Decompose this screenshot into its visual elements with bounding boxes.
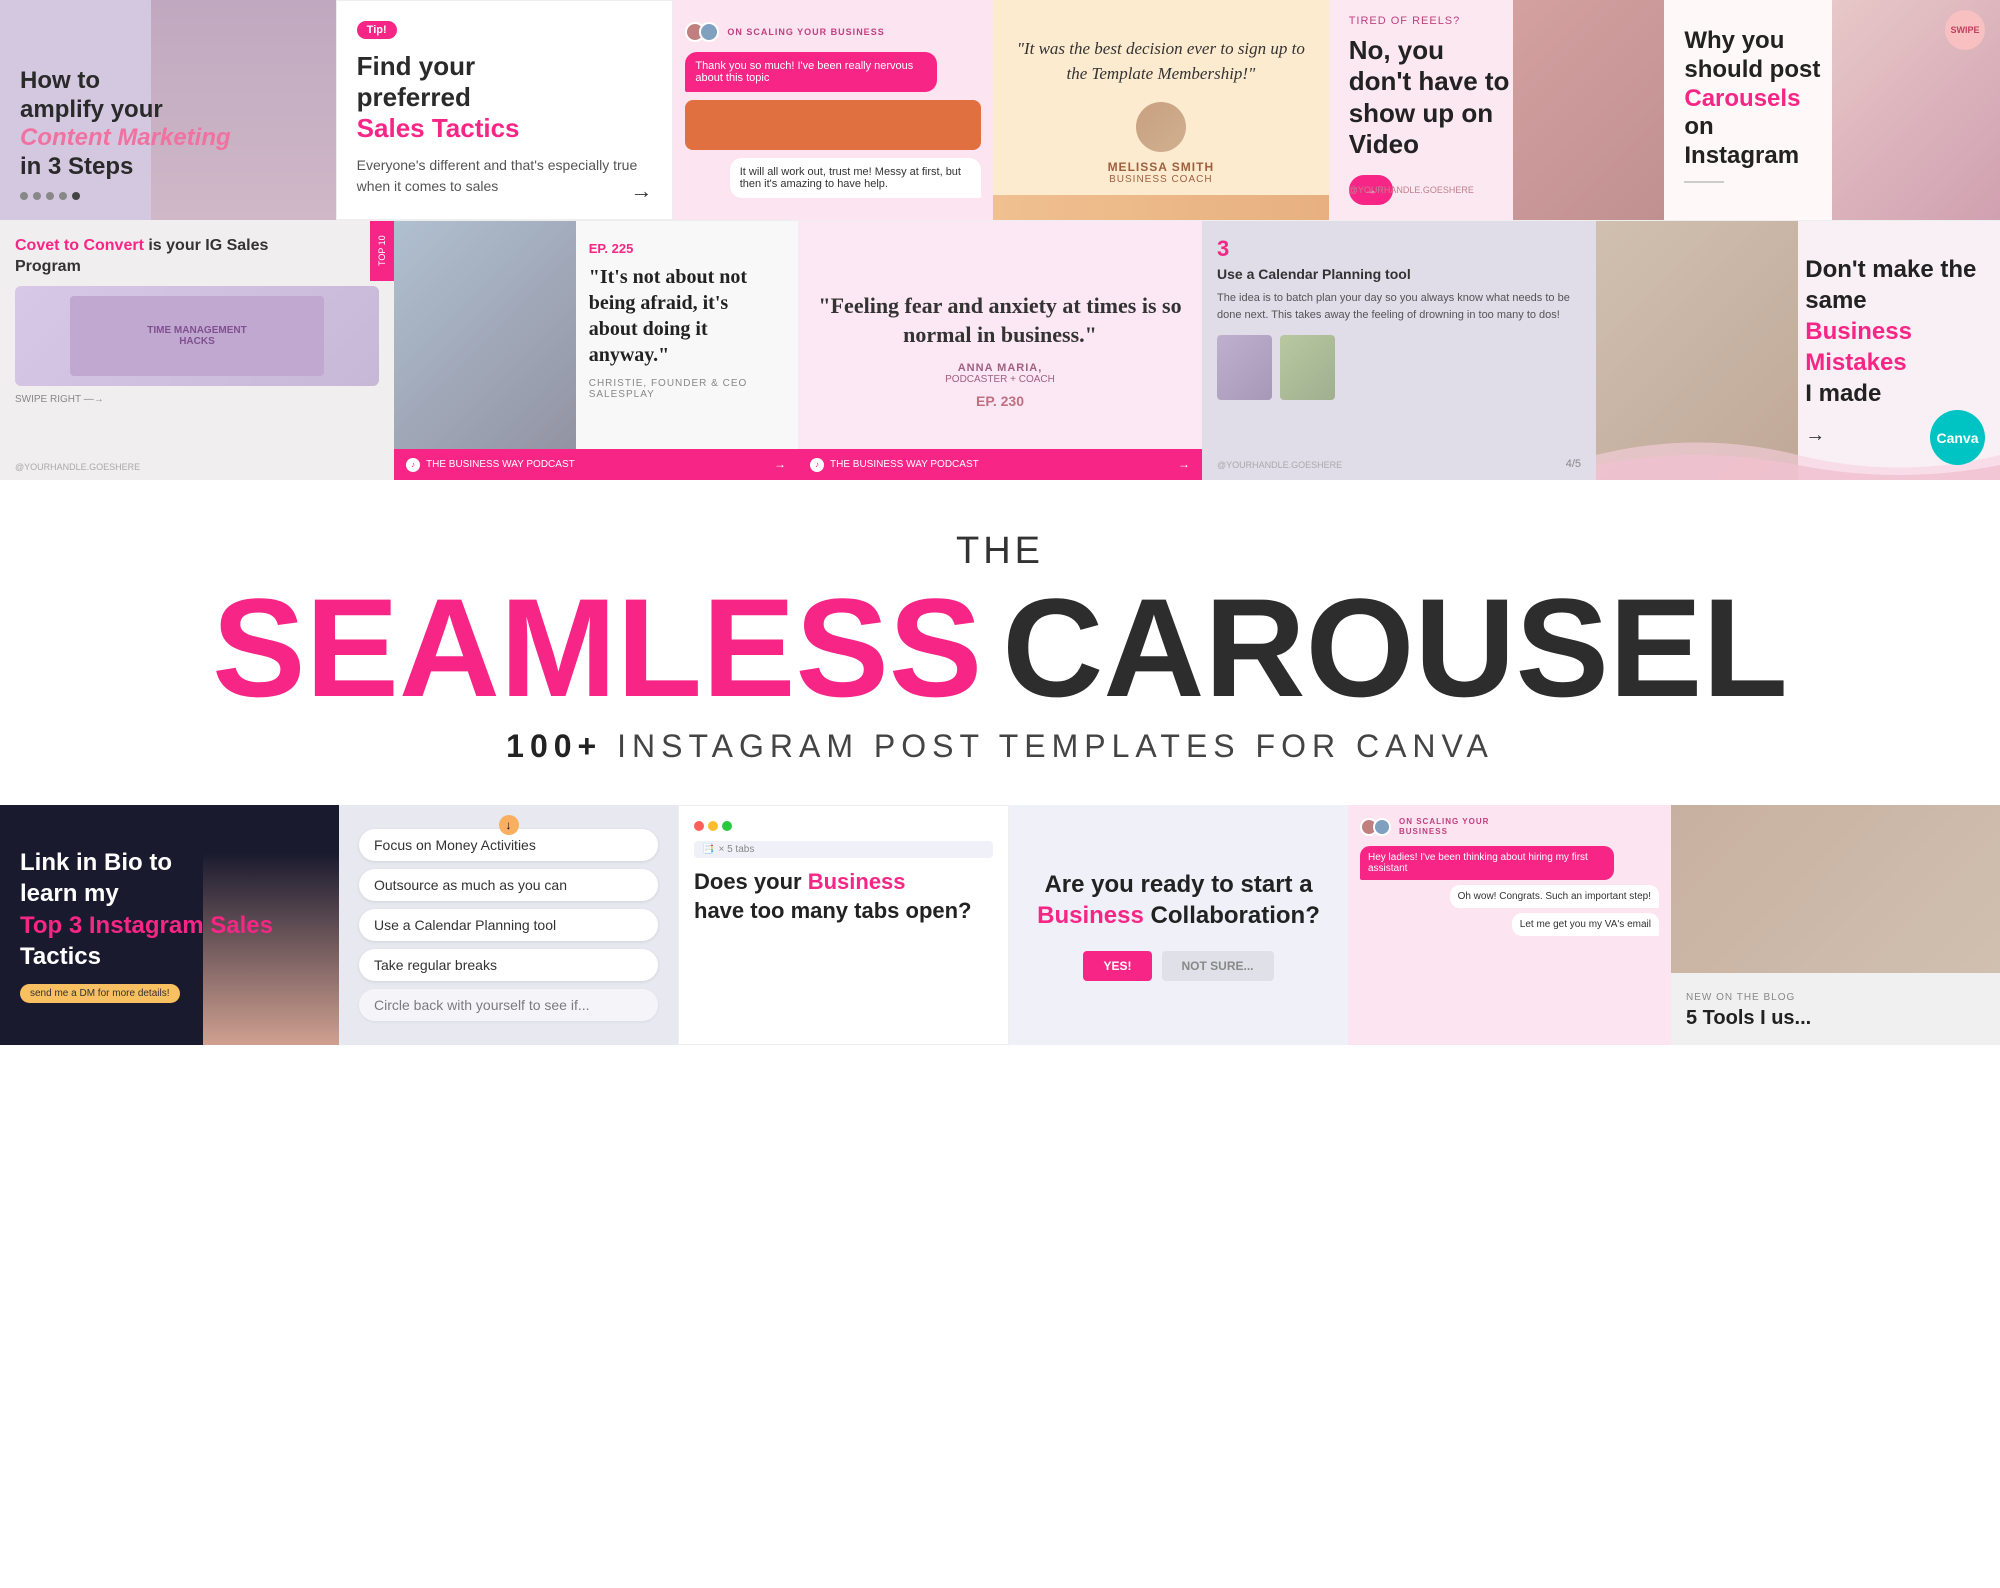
tc2-arrow: → (630, 178, 652, 204)
mc5-heading: Don't make the same Business Mistakes I … (1805, 254, 1980, 410)
bottom-card-3: 📑 × 5 tabs Does your Businesshave too ma… (678, 805, 1009, 1045)
middle-row: TOP 10 Covet to Convert is your IG Sales… (0, 220, 2000, 480)
mc4-avatars (1217, 335, 1581, 400)
bc1-badge: send me a DM for more details! (20, 984, 180, 1003)
tc6-badge: SWIPE (1945, 10, 1985, 50)
mid-card-3: "Feeling fear and anxiety at times is so… (798, 221, 1202, 480)
bc3-browser-bar (694, 821, 993, 831)
title-main: SEAMLESS CAROUSEL (20, 578, 1980, 718)
tc4-avatar (1136, 102, 1186, 152)
mc4-num: 3 (1217, 236, 1581, 262)
mc1-heading: Covet to Convert is your IG Sales Progra… (15, 236, 324, 278)
mid-card-1: TOP 10 Covet to Convert is your IG Sales… (0, 221, 394, 480)
mc2-quote: "It's not about not being afraid, it's a… (589, 264, 778, 368)
tc4-quote: "It was the best decision ever to sign u… (1013, 36, 1309, 87)
mc2-ep: EP. 225 (589, 241, 778, 256)
top-card-3: ON SCALING YOUR BUSINESS Thank you so mu… (673, 0, 993, 220)
tc4-title: BUSINESS COACH (1109, 174, 1212, 185)
tc5-label: TIRED OF REELS? (1349, 15, 1512, 27)
top-card-5: TIRED OF REELS? No, you don't have to sh… (1329, 0, 1665, 220)
bottom-card-4: Are you ready to start a Business Collab… (1009, 805, 1348, 1045)
bc1-heading: Link in Bio to learn my Top 3 Instagram … (20, 847, 319, 972)
mc1-mockup: TIME MANAGEMENTHACKS (15, 286, 379, 386)
bc6-new-label: NEW ON THE BLOG (1686, 992, 1985, 1003)
mc2-footer-text: THE BUSINESS WAY PODCAST (426, 459, 575, 470)
bc4-btn-yes[interactable]: YES! (1083, 951, 1151, 981)
tc4-name: MELISSA SMITH (1108, 160, 1215, 174)
mc5-arrow: → (1805, 424, 1980, 447)
title-subtitle: 100+ INSTAGRAM POST TEMPLATES FOR CANVA (20, 728, 1980, 765)
bottom-row: Link in Bio to learn my Top 3 Instagram … (0, 805, 2000, 1045)
tc5-person (1513, 0, 1664, 220)
bc4-question: Are you ready to start a Business Collab… (1029, 869, 1328, 931)
tc4-wave (993, 195, 1329, 220)
mc3-footer-text: THE BUSINESS WAY PODCAST (830, 459, 979, 470)
mc1-tag: TOP 10 (370, 221, 394, 281)
tc5-handle: @YOURHANDLE.GOESHERE (1349, 185, 1474, 195)
mc4-tip-title: Use a Calendar Planning tool (1217, 266, 1581, 282)
top-row: How to amplify your Content Marketing in… (0, 0, 2000, 220)
tc2-body: Everyone's different and that's especial… (357, 155, 653, 197)
bottom-card-5: ON SCALING YOURBUSINESS Hey ladies! I've… (1348, 805, 1671, 1045)
bc2-item-4: Take regular breaks (359, 949, 658, 981)
chat-bubble-2: It will all work out, trust me! Messy at… (730, 158, 981, 198)
title-seamless: SEAMLESS (212, 578, 982, 718)
bc2-item-3: Use a Calendar Planning tool (359, 909, 658, 941)
tc1-title: How to amplify your Content Marketing in… (20, 67, 316, 182)
bc5-bubble-1: Hey ladies! I've been thinking about hir… (1360, 846, 1614, 880)
chat-bubble-1: Thank you so much! I've been really nerv… (685, 52, 936, 92)
tc2-heading: Find your preferred Sales Tactics (357, 51, 653, 145)
tc5-heading: No, you don't have to show up on Video (1349, 35, 1512, 160)
top-card-6: Why you should post Carousels on Instagr… (1664, 0, 2000, 220)
mc3-person: ANNA MARIA, (958, 362, 1043, 374)
mid-card-2: EP. 225 "It's not about not being afraid… (394, 221, 798, 480)
mid-card-4: 3 Use a Calendar Planning tool The idea … (1202, 221, 1596, 480)
mc1-handle: @YOURHANDLE.GOESHERE (15, 462, 140, 472)
tip-badge: Tip! (357, 21, 397, 39)
title-section: THE SEAMLESS CAROUSEL 100+ INSTAGRAM POS… (0, 480, 2000, 805)
bc4-buttons: YES! NOT SURE... (1083, 951, 1273, 981)
title-carousel: CAROUSEL (1002, 578, 1788, 718)
bc6-person (1671, 805, 2000, 973)
mc3-ep: EP. 230 (976, 393, 1024, 409)
mc3-quote: "Feeling fear and anxiety at times is so… (818, 292, 1182, 349)
mc3-footer: ♪ THE BUSINESS WAY PODCAST → (798, 449, 1202, 480)
mid-card-5: Don't make the same Business Mistakes I … (1596, 221, 2000, 480)
bc5-bubble-3: Let me get you my VA's email (1512, 913, 1659, 936)
bottom-card-2: Focus on Money Activities Outsource as m… (339, 805, 678, 1045)
bc6-heading: 5 Tools I us... (1686, 1007, 1985, 1030)
top-card-1: How to amplify your Content Marketing in… (0, 0, 336, 220)
tc6-divider (1684, 181, 1724, 183)
bc4-btn-no[interactable]: NOT SURE... (1162, 951, 1274, 981)
chat-bubbles: Thank you so much! I've been really nerv… (685, 52, 981, 198)
bottom-card-1: Link in Bio to learn my Top 3 Instagram … (0, 805, 339, 1045)
mc3-person-sub: PODCASTER + COACH (945, 374, 1055, 385)
bc5-label: ON SCALING YOURBUSINESS (1399, 817, 1489, 838)
mc2-attr: CHRISTIE, FOUNDER & CEO SALESPLAY (589, 378, 778, 400)
bc2-item-2: Outsource as much as you can (359, 869, 658, 901)
bc2-badge: ↓ (499, 815, 519, 835)
tc1-dots (20, 192, 316, 200)
mc4-handle: @YOURHANDLE.GOESHERE (1217, 460, 1342, 470)
bc5-bubble-2: Oh wow! Congrats. Such an important step… (1450, 885, 1659, 908)
bc5-header: ON SCALING YOURBUSINESS (1360, 817, 1659, 838)
mc2-person (394, 221, 576, 480)
chat-image (685, 100, 981, 150)
bc3-heading: Does your Businesshave too many tabs ope… (694, 868, 993, 925)
chat-label: ON SCALING YOUR BUSINESS (727, 27, 884, 38)
tc6-heading: Why you should post Carousels on Instagr… (1684, 27, 1832, 171)
chat-header: ON SCALING YOUR BUSINESS (685, 22, 981, 42)
top-card-4: "It was the best decision ever to sign u… (993, 0, 1329, 220)
bottom-card-6: NEW ON THE BLOG 5 Tools I us... (1671, 805, 2000, 1045)
top-card-2: Tip! Find your preferred Sales Tactics E… (336, 0, 674, 220)
mc4-page: 4/5 (1566, 458, 1581, 470)
mc2-footer: ♪ THE BUSINESS WAY PODCAST → (394, 449, 798, 480)
bc5-bubbles: Hey ladies! I've been thinking about hir… (1360, 846, 1659, 936)
title-the: THE (20, 530, 1980, 573)
mc4-tip-body: The idea is to batch plan your day so yo… (1217, 290, 1581, 323)
bc2-item-5: Circle back with yourself to see if... (359, 989, 658, 1021)
mc1-swipe: SWIPE RIGHT —→ (15, 394, 379, 405)
bc3-tabs: 📑 × 5 tabs (694, 841, 993, 858)
title-count: 100+ (506, 728, 602, 764)
